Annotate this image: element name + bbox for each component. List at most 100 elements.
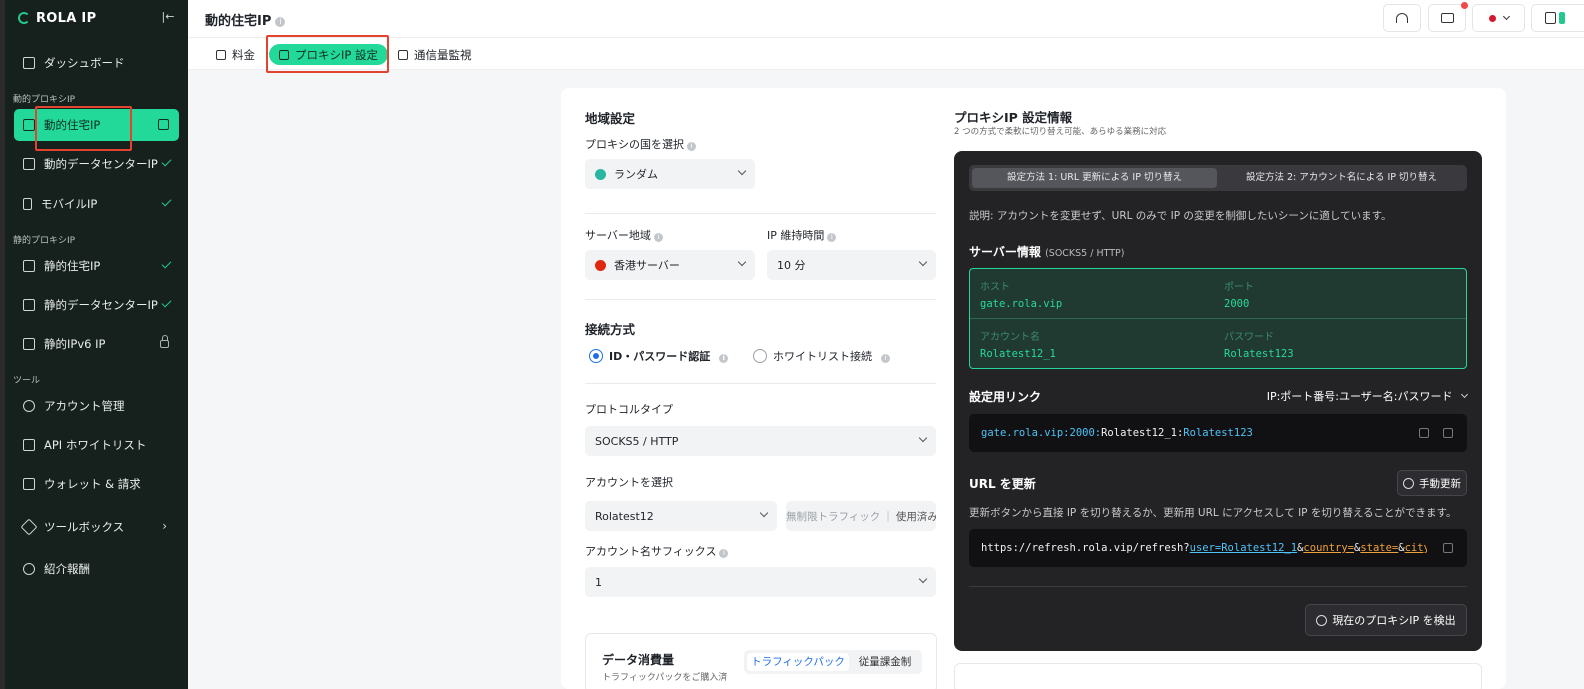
- sidebar-item-mobile[interactable]: モバイルIP: [14, 188, 179, 220]
- divider: [969, 586, 1467, 587]
- window-edge: [0, 0, 5, 689]
- info-icon[interactable]: i: [881, 353, 890, 363]
- auth-id-password-radio[interactable]: ID・パスワード認証 i: [589, 348, 729, 364]
- usage-title: データ消費量: [602, 653, 675, 667]
- language-select[interactable]: [1472, 4, 1525, 32]
- toggle-traffic-pack[interactable]: トラフィックパック: [747, 653, 849, 671]
- config-link-box[interactable]: gate.rola.vip:2000: Rolatest12_1: Rolatest…: [969, 414, 1467, 452]
- country-label: プロキシの国を選択 i: [585, 136, 696, 152]
- lock-icon: [160, 335, 169, 348]
- document-icon: [23, 439, 35, 451]
- info-icon[interactable]: i: [275, 17, 286, 27]
- wallet-button[interactable]: [1531, 4, 1584, 32]
- mobile-icon: [23, 198, 32, 210]
- toolbox-icon: [20, 518, 38, 536]
- check-icon: [161, 258, 172, 269]
- sidebar-item-static-ipv6[interactable]: 静的IPv6 IP: [14, 328, 179, 360]
- info-icon[interactable]: i: [719, 549, 729, 558]
- external-link-icon[interactable]: [158, 119, 169, 130]
- method-description: 説明: アカウントを変更せず、URL のみで IP の変更を制御したいシーンに適…: [969, 210, 1392, 222]
- sidebar-item-wallet[interactable]: ウォレット & 請求: [14, 468, 179, 500]
- section-dynamic-proxy: 動的プロキシIP: [13, 95, 76, 105]
- sidebar-item-dashboard[interactable]: ダッシュボード: [14, 47, 179, 79]
- sidebar-item-static-residential[interactable]: 静的住宅IP: [14, 250, 179, 282]
- info-icon[interactable]: i: [827, 233, 837, 242]
- tab-pricing[interactable]: 料金: [206, 44, 265, 65]
- used-text: 使用済み:: [895, 510, 936, 523]
- detect-current-ip-button[interactable]: 現在のプロキシIP を検出: [1305, 604, 1467, 636]
- messages-button[interactable]: [1428, 2, 1468, 32]
- collapse-sidebar-icon[interactable]: |←: [161, 10, 175, 24]
- method-url-refresh-tab[interactable]: 設定方法 1: URL 更新による IP 切り替え: [972, 168, 1217, 188]
- region-title: 地域設定: [585, 111, 636, 126]
- sidebar-item-toolbox[interactable]: ツールボックス ›: [14, 511, 179, 543]
- refresh-description: 更新ボタンから直接 IP を切り替えるか、更新用 URL にアクセスして IP …: [969, 507, 1457, 519]
- account-label: アカウントを選択: [585, 476, 673, 489]
- auth-whitelist-radio[interactable]: ホワイトリスト接続 i: [753, 348, 890, 364]
- check-icon: [161, 196, 172, 207]
- sidebar-item-referral[interactable]: 紹介報酬: [14, 553, 179, 585]
- method-account-name-tab[interactable]: 設定方法 2: アカウント名による IP 切り替え: [1219, 168, 1464, 188]
- proxy-info-card: 設定方法 1: URL 更新による IP 切り替え 設定方法 2: アカウント名…: [954, 151, 1482, 651]
- datacenter-icon: [23, 299, 35, 311]
- sidebar-item-static-datacenter[interactable]: 静的データセンターIP: [14, 289, 179, 321]
- suffix-label: アカウント名サフィックス i: [585, 543, 729, 559]
- radio-selected[interactable]: [589, 349, 603, 363]
- config-link-title: 設定用リンク: [969, 390, 1042, 404]
- check-icon: [161, 156, 172, 167]
- logo[interactable]: ROLA IP: [18, 9, 96, 27]
- info-panel-subtitle: 2 つの方式で柔軟に切り替え可能、あらゆる業務に対応: [954, 127, 1167, 137]
- toggle-pay-as-you-go[interactable]: 従量課金制: [851, 653, 919, 671]
- chevron-down-icon: [759, 508, 769, 518]
- sidebar-item-api-whitelist[interactable]: API ホワイトリスト: [14, 429, 179, 461]
- datacenter-icon: [23, 158, 35, 170]
- qr-code-icon[interactable]: [1419, 428, 1429, 438]
- account-field: アカウント名 Rolatest12_1: [980, 332, 1056, 360]
- user-icon: [23, 400, 35, 412]
- server-region-select[interactable]: 香港サーバー: [585, 250, 755, 280]
- info-icon[interactable]: i: [719, 353, 729, 363]
- tab-bar: 料金 プロキシIP 設定 通信量監視: [188, 38, 1584, 70]
- notification-dot: [1461, 2, 1468, 9]
- chevron-down-icon: [918, 257, 928, 267]
- support-button[interactable]: [1383, 4, 1421, 32]
- ip-duration-label: IP 維持時間 i: [767, 227, 837, 243]
- ipv6-icon: [23, 338, 35, 350]
- usage-toggle: トラフィックパック 従量課金制: [744, 650, 922, 674]
- wallet-icon: [23, 478, 35, 490]
- sidebar-item-account[interactable]: アカウント管理: [14, 390, 179, 422]
- account-select[interactable]: Rolatest12: [585, 501, 777, 531]
- country-select[interactable]: ランダム: [585, 159, 755, 189]
- refresh-url-box[interactable]: https://refresh.rola.vip/refresh? user=Ro…: [969, 529, 1467, 567]
- secondary-card: [954, 663, 1482, 689]
- highlight-box-sidebar: [35, 106, 132, 151]
- server-region-label: サーバー地域 i: [585, 227, 663, 243]
- globe-icon: [595, 168, 606, 180]
- flag-hongkong-icon: [595, 259, 606, 271]
- server-info-grid: ホスト gate.rola.vip ポート 2000 アカウント名 Rolate…: [969, 268, 1467, 369]
- protocol-label: プロトコルタイプ: [585, 403, 673, 416]
- tab-traffic-monitor[interactable]: 通信量監視: [388, 44, 482, 65]
- copy-icon[interactable]: [1443, 428, 1453, 438]
- proxy-settings-panel: 地域設定 プロキシの国を選択 i ランダム サーバー地域 i 香港サーバー IP 維…: [561, 88, 1506, 689]
- info-panel-title: プロキシIP 設定情報: [954, 110, 1073, 125]
- sidebar-item-dynamic-datacenter[interactable]: 動的データセンターIP: [14, 148, 179, 180]
- page-title: 動的住宅IP i: [205, 10, 286, 29]
- protocol-select[interactable]: SOCKS5 / HTTP: [585, 426, 936, 456]
- timer-icon: [1316, 614, 1328, 626]
- copy-icon[interactable]: [1443, 543, 1453, 553]
- connection-title: 接続方式: [585, 322, 636, 337]
- suffix-select[interactable]: 1: [585, 567, 936, 597]
- traffic-info: 無制限トラフィック | 使用済み: 0%: [786, 501, 936, 531]
- info-icon[interactable]: i: [687, 142, 696, 151]
- chevron-down-icon: [918, 574, 928, 584]
- referral-icon: [23, 563, 35, 575]
- link-format-select[interactable]: IP:ポート番号:ユーザー名:パスワード: [1267, 388, 1469, 404]
- server-info-row: ホスト gate.rola.vip ポート 2000: [970, 269, 1466, 318]
- manual-refresh-button[interactable]: 手動更新: [1397, 470, 1467, 496]
- chart-icon: [398, 49, 408, 60]
- highlight-box-tab: [266, 35, 389, 73]
- info-icon[interactable]: i: [653, 233, 663, 242]
- radio-unselected[interactable]: [753, 349, 767, 363]
- ip-duration-select[interactable]: 10 分: [767, 250, 936, 280]
